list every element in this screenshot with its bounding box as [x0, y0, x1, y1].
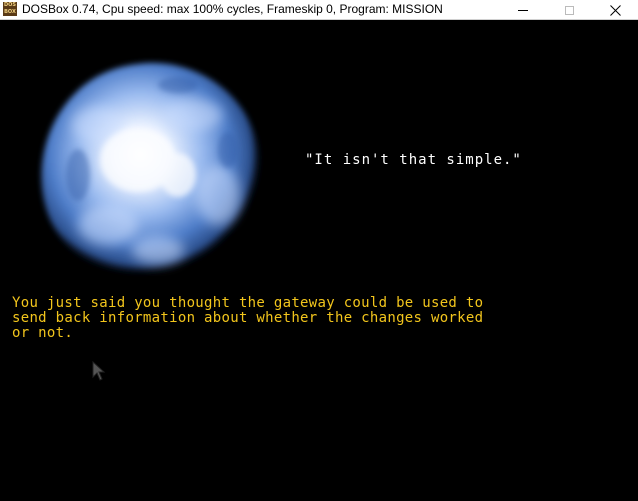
narration-text: You just said you thought the gateway co…	[12, 296, 632, 341]
minimize-button[interactable]	[500, 0, 546, 20]
title-bar[interactable]: DOS BOX DOSBox 0.74, Cpu speed: max 100%…	[0, 0, 638, 20]
maximize-icon	[564, 5, 574, 15]
window-title: DOSBox 0.74, Cpu speed: max 100% cycles,…	[22, 2, 443, 16]
energy-orb-image	[41, 62, 262, 281]
game-screen[interactable]: "It isn't that simple." You just said yo…	[0, 21, 638, 501]
close-icon	[609, 4, 621, 16]
narration-line: You just said you thought the gateway co…	[12, 295, 484, 311]
narration-line: or not.	[12, 325, 74, 341]
dialogue-quote: "It isn't that simple."	[305, 152, 522, 168]
maximize-button[interactable]	[546, 0, 592, 20]
mouse-pointer-icon	[92, 361, 106, 381]
narration-line: send back information about whether the …	[12, 310, 484, 326]
close-button[interactable]	[592, 0, 638, 20]
dosbox-app-icon[interactable]: DOS BOX	[3, 2, 17, 16]
minimize-icon	[518, 9, 528, 11]
